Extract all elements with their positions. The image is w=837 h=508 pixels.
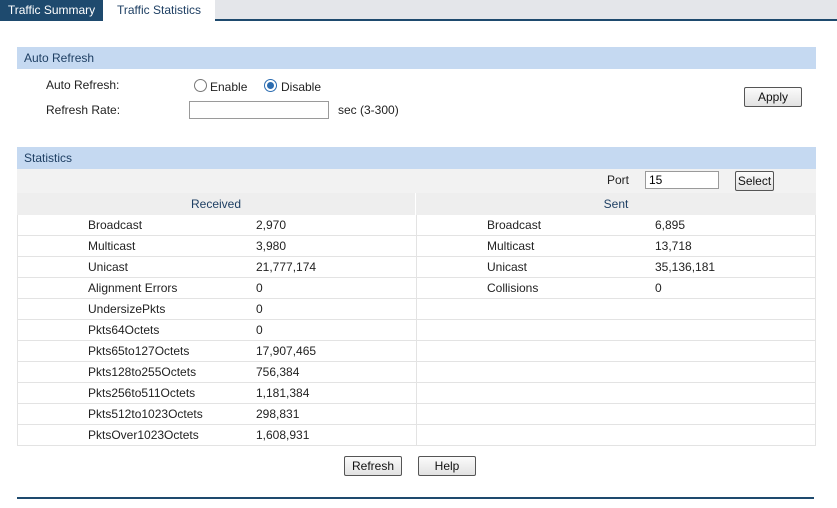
column-divider bbox=[416, 236, 417, 257]
table-row: Unicast 21,777,174 Unicast 35,136,181 bbox=[18, 257, 815, 278]
table-row: Pkts512to1023Octets 298,831 bbox=[18, 404, 815, 425]
table-row: Pkts128to255Octets 756,384 bbox=[18, 362, 815, 383]
received-stat-name: Pkts256to511Octets bbox=[88, 386, 196, 400]
sent-stat-name: Unicast bbox=[487, 260, 528, 274]
received-stat-value: 298,831 bbox=[256, 407, 300, 421]
received-stat-name: Pkts128to255Octets bbox=[88, 365, 197, 379]
received-stat-value: 1,608,931 bbox=[256, 428, 310, 442]
sent-stat-name: Multicast bbox=[487, 239, 535, 253]
refresh-rate-input[interactable] bbox=[189, 101, 329, 119]
received-stat-name: PktsOver1023Octets bbox=[88, 428, 199, 442]
statistics-header: Statistics bbox=[17, 147, 816, 169]
refresh-button[interactable]: Refresh bbox=[344, 456, 402, 476]
statistics-table: Broadcast 2,970 Broadcast 6,895 Multicast 3,9… bbox=[17, 215, 816, 446]
received-stat-value: 0 bbox=[256, 281, 263, 295]
received-column-header: Received bbox=[17, 193, 415, 215]
received-stat-value: 0 bbox=[256, 302, 263, 316]
received-stat-value: 756,384 bbox=[256, 365, 300, 379]
received-stat-name: Multicast bbox=[88, 239, 136, 253]
sent-stat-value: 0 bbox=[655, 281, 662, 295]
received-stat-name: Pkts65to127Octets bbox=[88, 344, 190, 358]
column-divider bbox=[416, 425, 417, 446]
sent-column-header: Sent bbox=[416, 193, 816, 215]
table-row: Multicast 3,980 Multicast 13,718 bbox=[18, 236, 815, 257]
column-divider bbox=[416, 404, 417, 425]
disable-label: Disable bbox=[281, 80, 322, 94]
sent-stat-value: 6,895 bbox=[655, 218, 686, 232]
tab-traffic-statistics[interactable]: Traffic Statistics bbox=[103, 0, 215, 21]
received-stat-name: Pkts512to1023Octets bbox=[88, 407, 203, 421]
received-stat-name: Alignment Errors bbox=[88, 281, 178, 295]
help-button[interactable]: Help bbox=[418, 456, 476, 476]
received-stat-name: UndersizePkts bbox=[88, 302, 166, 316]
auto-refresh-label: Auto Refresh: bbox=[46, 78, 120, 92]
sent-stat-name: Broadcast bbox=[487, 218, 542, 232]
column-divider bbox=[416, 341, 417, 362]
received-stat-value: 3,980 bbox=[256, 239, 287, 253]
table-row: UndersizePkts 0 bbox=[18, 299, 815, 320]
port-label: Port bbox=[607, 173, 630, 187]
select-button[interactable]: Select bbox=[735, 171, 774, 191]
tab-bar: Traffic Summary Traffic Statistics bbox=[0, 0, 837, 21]
tab-traffic-summary[interactable]: Traffic Summary bbox=[0, 0, 103, 21]
received-stat-value: 17,907,465 bbox=[256, 344, 317, 358]
sent-stat-name: Collisions bbox=[487, 281, 539, 295]
column-divider bbox=[416, 278, 417, 299]
received-stat-name: Unicast bbox=[88, 260, 129, 274]
sent-stat-value: 13,718 bbox=[655, 239, 692, 253]
enable-radio[interactable] bbox=[194, 79, 207, 92]
received-stat-name: Broadcast bbox=[88, 218, 143, 232]
column-divider bbox=[416, 257, 417, 278]
column-divider bbox=[416, 383, 417, 404]
bottom-divider bbox=[17, 497, 814, 499]
disable-radio[interactable] bbox=[264, 79, 277, 92]
received-stat-value: 0 bbox=[256, 323, 263, 337]
table-row: Pkts256to511Octets 1,181,384 bbox=[18, 383, 815, 404]
refresh-rate-hint: sec (3-300) bbox=[338, 103, 399, 117]
apply-button[interactable]: Apply bbox=[744, 87, 802, 107]
column-divider bbox=[416, 299, 417, 320]
table-row: Broadcast 2,970 Broadcast 6,895 bbox=[18, 215, 815, 236]
table-row: Pkts65to127Octets 17,907,465 bbox=[18, 341, 815, 362]
enable-label: Enable bbox=[210, 80, 248, 94]
received-stat-value: 21,777,174 bbox=[256, 260, 317, 274]
column-divider bbox=[416, 215, 417, 236]
table-row: PktsOver1023Octets 1,608,931 bbox=[18, 425, 815, 446]
sent-stat-value: 35,136,181 bbox=[655, 260, 716, 274]
received-stat-name: Pkts64Octets bbox=[88, 323, 160, 337]
column-divider bbox=[416, 362, 417, 383]
auto-refresh-header: Auto Refresh bbox=[17, 47, 816, 69]
refresh-rate-label: Refresh Rate: bbox=[46, 103, 121, 117]
column-divider bbox=[416, 320, 417, 341]
received-stat-value: 2,970 bbox=[256, 218, 287, 232]
received-stat-value: 1,181,384 bbox=[256, 386, 310, 400]
table-row: Pkts64Octets 0 bbox=[18, 320, 815, 341]
table-row: Alignment Errors 0 Collisions 0 bbox=[18, 278, 815, 299]
port-input[interactable] bbox=[645, 171, 719, 189]
